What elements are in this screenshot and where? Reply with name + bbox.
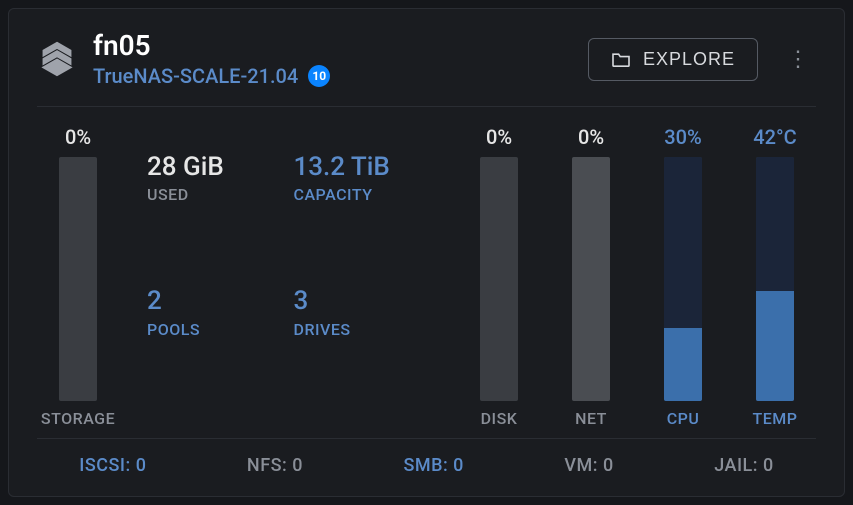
disk-label: DISK <box>481 409 518 428</box>
disk-value: 0% <box>486 125 512 151</box>
capacity-label: CAPACITY <box>294 185 431 204</box>
server-name: fn05 <box>93 31 572 62</box>
temp-value: 42°C <box>753 125 796 151</box>
stat-capacity: 13.2 TiB CAPACITY <box>294 153 431 254</box>
card-footer: ISCSI: 0 NFS: 0 SMB: 0 VM: 0 JAIL: 0 <box>9 439 844 496</box>
header-titles: fn05 TrueNAS-SCALE-21.04 10 <box>93 31 572 88</box>
stat-drives: 3 DRIVES <box>294 287 431 388</box>
stat-pools: 2 POOLS <box>147 287 284 388</box>
footer-smb: SMB: 0 <box>403 455 463 476</box>
drives-label: DRIVES <box>294 320 431 339</box>
net-metric: 0% NET <box>550 125 632 428</box>
drives-value: 3 <box>294 287 431 316</box>
storage-value: 0% <box>65 125 91 151</box>
truenas-logo-icon <box>37 39 77 79</box>
version-row: TrueNAS-SCALE-21.04 10 <box>93 64 572 88</box>
os-version: TrueNAS-SCALE-21.04 <box>93 64 298 88</box>
card-body: 0% STORAGE 28 GiB USED 13.2 TiB CAPACITY… <box>9 107 844 438</box>
net-bar <box>572 157 610 401</box>
server-card: fn05 TrueNAS-SCALE-21.04 10 EXPLORE ⋮ 0% <box>8 8 845 497</box>
cpu-bar-fill <box>664 328 702 401</box>
storage-label: STORAGE <box>41 409 115 428</box>
right-metrics: 0% DISK 0% NET 30% CPU <box>458 125 816 428</box>
net-label: NET <box>575 409 607 428</box>
footer-jail: JAIL: 0 <box>714 455 774 476</box>
used-value: 28 GiB <box>147 153 284 182</box>
more-menu-button[interactable]: ⋮ <box>780 41 816 77</box>
cpu-label: CPU <box>667 409 700 428</box>
update-badge[interactable]: 10 <box>308 65 330 87</box>
cpu-bar <box>664 157 702 401</box>
disk-bar <box>480 157 518 401</box>
temp-metric: 42°C TEMP <box>734 125 816 428</box>
temp-label: TEMP <box>753 409 798 428</box>
cpu-value: 30% <box>664 125 701 151</box>
stat-used: 28 GiB USED <box>147 153 284 254</box>
temp-bar <box>756 157 794 401</box>
net-value: 0% <box>578 125 604 151</box>
pools-value: 2 <box>147 287 284 316</box>
explore-button[interactable]: EXPLORE <box>588 38 758 81</box>
cpu-metric: 30% CPU <box>642 125 724 428</box>
temp-bar-fill <box>756 291 794 401</box>
storage-details: 28 GiB USED 13.2 TiB CAPACITY 2 POOLS 3 … <box>137 125 440 428</box>
footer-vm: VM: 0 <box>564 455 613 476</box>
vertical-dots-icon: ⋮ <box>787 47 809 72</box>
storage-bar <box>59 157 97 401</box>
storage-metric: 0% STORAGE <box>37 125 119 428</box>
folder-icon <box>611 51 631 67</box>
pools-label: POOLS <box>147 320 284 339</box>
footer-iscsi: ISCSI: 0 <box>79 455 146 476</box>
used-label: USED <box>147 185 284 204</box>
disk-metric: 0% DISK <box>458 125 540 428</box>
explore-label: EXPLORE <box>643 49 735 70</box>
capacity-value: 13.2 TiB <box>294 153 431 182</box>
card-header: fn05 TrueNAS-SCALE-21.04 10 EXPLORE ⋮ <box>9 9 844 106</box>
footer-nfs: NFS: 0 <box>247 455 303 476</box>
